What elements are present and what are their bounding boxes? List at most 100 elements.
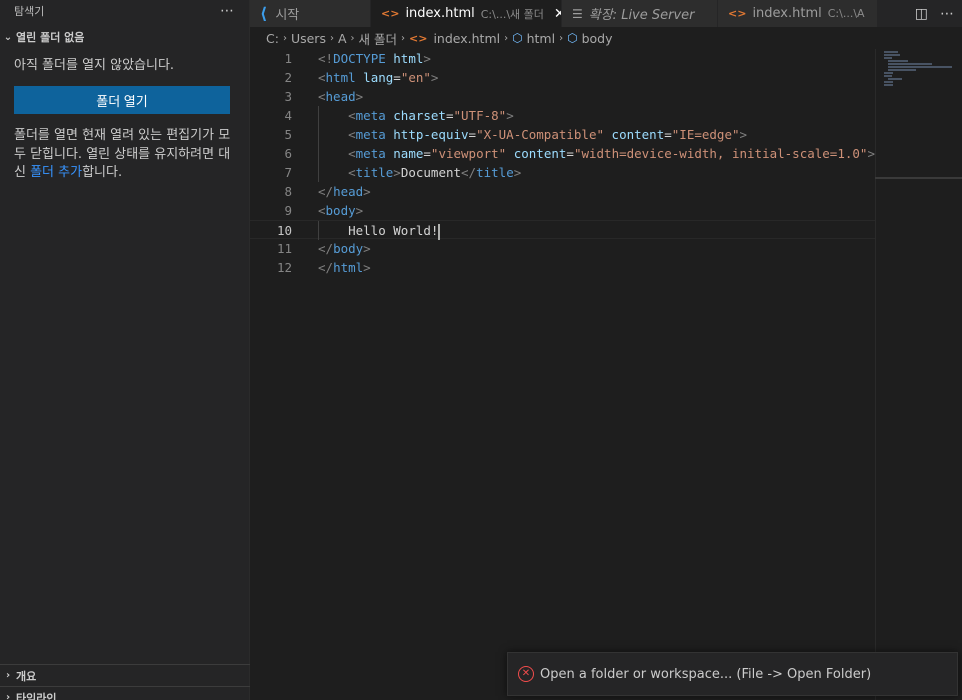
document-icon: ☰: [572, 6, 583, 21]
breadcrumb-item[interactable]: A: [338, 31, 347, 46]
code-line[interactable]: 6 <meta name="viewport" content="width=d…: [250, 144, 875, 163]
code-text: <body>: [318, 203, 364, 218]
code-text: <head>: [318, 89, 364, 104]
code-line[interactable]: 8 </head>: [250, 182, 875, 201]
code-line[interactable]: 3 <head>: [250, 87, 875, 106]
minimap-line: [888, 66, 952, 68]
timeline-label: 타임라인: [16, 691, 57, 700]
code-line[interactable]: 9 <body>: [250, 201, 875, 220]
tab-live-server-extension[interactable]: ☰ 확장: Live Server: [562, 0, 718, 27]
editor-actions: ◫ ⋯: [914, 0, 962, 27]
description-text-end: 합니다.: [82, 165, 123, 180]
tab-path: C:\...\A: [827, 7, 865, 20]
code-editor[interactable]: 1 <!DOCTYPE html> 2 <html lang="en"> 3 <hea…: [250, 49, 875, 700]
open-folder-description: 폴더를 열면 현재 열려 있는 편집기가 모두 닫힙니다. 열린 상태를 유지하…: [0, 114, 249, 183]
notification-message: Open a folder or workspace... (File -> O…: [540, 666, 872, 682]
code-text: <meta charset="UTF-8">: [348, 108, 514, 123]
breadcrumb-item[interactable]: index.html: [433, 31, 500, 46]
tab-label: index.html: [752, 6, 822, 21]
timeline-section-header[interactable]: › 타임라인: [0, 686, 250, 700]
indent-guide: [318, 125, 319, 144]
line-number: 9: [284, 203, 292, 218]
indent-guide: [318, 106, 319, 125]
line-number: 1: [284, 51, 292, 66]
line-number: 4: [284, 108, 292, 123]
minimap-line: [884, 75, 892, 77]
outline-label: 개요: [16, 669, 37, 683]
minimap-line: [888, 60, 908, 62]
explorer-title: 탐색기: [14, 5, 45, 18]
minimap[interactable]: [875, 49, 962, 700]
line-number: 12: [276, 260, 292, 275]
code-text: <!DOCTYPE html>: [318, 51, 431, 66]
minimap-line: [888, 63, 932, 65]
section-title: 열린 폴더 없음: [16, 31, 85, 44]
split-editor-icon[interactable]: ◫: [915, 6, 928, 22]
minimap-line: [884, 54, 900, 56]
open-folder-button[interactable]: 폴더 열기: [14, 86, 230, 114]
vscode-icon: ⟨: [260, 4, 268, 23]
code-line[interactable]: 7 <title>Document</title>: [250, 163, 875, 182]
minimap-line: [884, 51, 898, 53]
tab-index-html-active[interactable]: <> index.html C:\...\새 폴더 ✕: [371, 0, 562, 27]
chevron-down-icon: ⌄: [3, 31, 13, 43]
code-text: </head>: [318, 184, 371, 199]
line-number: 3: [284, 89, 292, 104]
tab-path: C:\...\새 폴더: [480, 7, 544, 21]
chevron-right-icon: ›: [5, 692, 11, 700]
code-text: <meta http-equiv="X-UA-Compatible" conte…: [348, 127, 748, 142]
tab-label: 시작: [275, 8, 300, 23]
chevron-right-icon: ›: [401, 32, 406, 44]
explorer-sidebar: 탐색기 ⋯ ⌄ 열린 폴더 없음 아직 폴더를 열지 않았습니다. 폴더 열기 …: [0, 0, 250, 700]
chevron-right-icon: ›: [559, 32, 564, 44]
breadcrumb-item[interactable]: body: [582, 31, 613, 46]
breadcrumb-item[interactable]: html: [527, 31, 555, 46]
code-line[interactable]: 2 <html lang="en">: [250, 68, 875, 87]
html-icon: <>: [381, 7, 400, 20]
code-line-current[interactable]: 10 Hello World!: [250, 220, 875, 240]
tab-label: index.html: [405, 6, 475, 21]
scrollbar-indicator[interactable]: [875, 177, 962, 179]
line-number: 7: [284, 165, 292, 180]
breadcrumb-item[interactable]: 새 폴더: [359, 29, 397, 48]
chevron-right-icon: ›: [5, 670, 11, 681]
outline-section-header[interactable]: › 개요: [0, 664, 250, 686]
code-text: </body>: [318, 241, 371, 256]
more-actions-icon[interactable]: ⋯: [220, 3, 235, 19]
tab-label: 확장: Live Server: [588, 8, 695, 23]
explorer-header: 탐색기 ⋯: [0, 0, 249, 22]
more-actions-icon[interactable]: ⋯: [940, 6, 954, 22]
minimap-line: [888, 78, 902, 80]
code-text: </html>: [318, 260, 371, 275]
html-icon: <>: [728, 7, 747, 20]
chevron-right-icon: ›: [350, 32, 355, 44]
notification-toast[interactable]: ✕ Open a folder or workspace... (File ->…: [507, 652, 958, 696]
no-folder-message: 아직 폴더를 열지 않았습니다.: [14, 58, 175, 73]
indent-guide: [318, 221, 319, 240]
code-text: Hello World!: [292, 221, 441, 240]
code-line[interactable]: 1 <!DOCTYPE html>: [250, 49, 875, 68]
minimap-line: [884, 81, 893, 83]
indent-guide: [318, 163, 319, 182]
breadcrumb-item[interactable]: Users: [291, 31, 326, 46]
line-number: 5: [284, 127, 292, 142]
tab-welcome[interactable]: ⟨ 시작: [250, 0, 371, 27]
breadcrumb-item[interactable]: C:: [266, 31, 279, 46]
add-folder-link[interactable]: 폴더 추가: [30, 165, 82, 180]
hello-text: Hello World!: [348, 223, 439, 238]
close-icon[interactable]: ✕: [554, 6, 561, 22]
chevron-right-icon: ›: [504, 32, 509, 44]
indent-guide: [318, 144, 319, 163]
code-text: <title>Document</title>: [348, 165, 522, 180]
code-line[interactable]: 11 </body>: [250, 239, 875, 258]
chevron-right-icon: ›: [329, 32, 334, 44]
code-line[interactable]: 4 <meta charset="UTF-8">: [250, 106, 875, 125]
symbol-element-icon: ⬡: [512, 31, 523, 45]
code-line[interactable]: 5 <meta http-equiv="X-UA-Compatible" con…: [250, 125, 875, 144]
line-number: 2: [284, 70, 292, 85]
minimap-line: [884, 57, 892, 59]
no-folder-section-header[interactable]: ⌄ 열린 폴더 없음: [0, 22, 249, 52]
tab-index-html[interactable]: <> index.html C:\...\A: [718, 0, 878, 27]
html-icon: <>: [409, 31, 428, 45]
code-line[interactable]: 12 </html>: [250, 258, 875, 277]
